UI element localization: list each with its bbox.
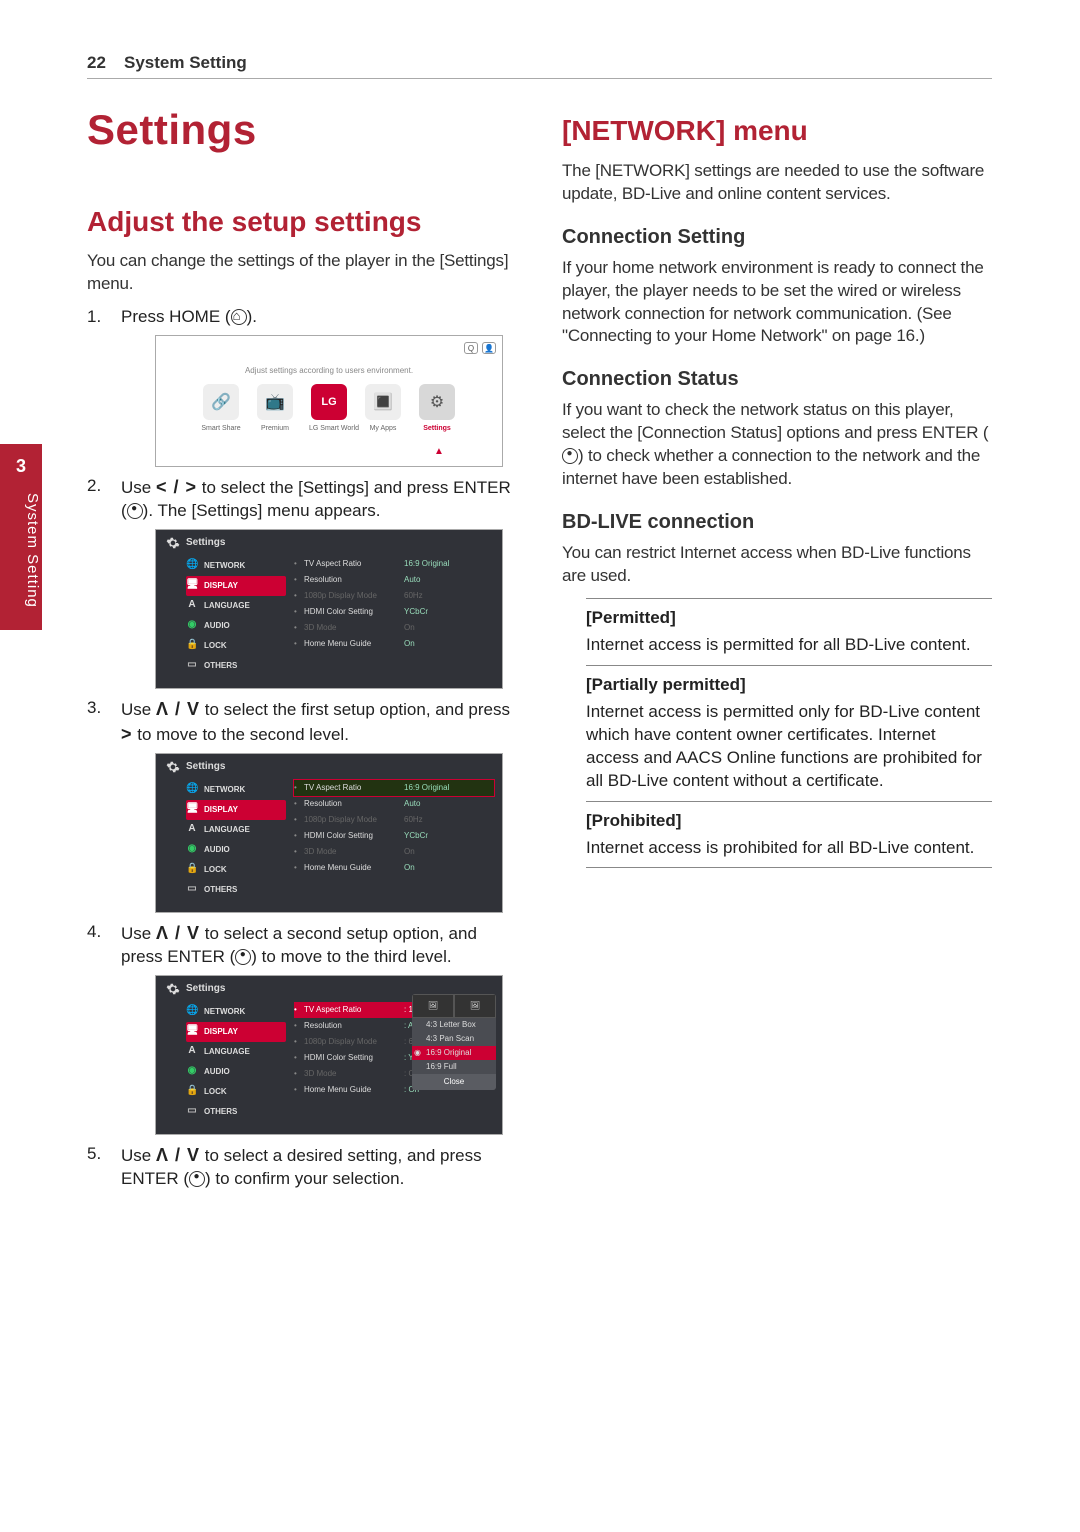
- step-1: 1. Press HOME (). Q 👤 Adjust settings ac…: [87, 306, 517, 467]
- right-column: [NETWORK] menu The [NETWORK] settings ar…: [562, 102, 992, 1199]
- gear-icon: [166, 982, 180, 996]
- left-column: Settings Adjust the setup settings You c…: [87, 102, 517, 1199]
- login-icon: 👤: [482, 342, 496, 354]
- tile-smart-share: 🔗Smart Share: [201, 384, 241, 433]
- bd-partial-label: [Partially permitted]: [586, 674, 992, 697]
- step-5-number: 5.: [87, 1143, 113, 1166]
- adjust-settings-heading: Adjust the setup settings: [87, 203, 517, 241]
- step-5-pre: Use: [121, 1146, 151, 1165]
- settings-panel: •TV Aspect Ratio16:9 Original •Resolutio…: [294, 556, 494, 652]
- right-glyph: >: [121, 724, 133, 744]
- highlighted-row: •TV Aspect Ratio16:9 Original: [294, 780, 494, 796]
- bd-partial-text: Internet access is permitted only for BD…: [586, 701, 992, 793]
- gear-icon: [166, 536, 180, 550]
- network-icon: 🌐: [186, 559, 198, 571]
- home-caption: Adjust settings according to users envir…: [156, 366, 502, 377]
- tile-my-apps: 🔳My Apps: [363, 384, 403, 433]
- gear-icon: [166, 760, 180, 774]
- enter-icon: [189, 1171, 205, 1187]
- aspect-preview-thumbnails: 🖼🖼: [412, 994, 496, 1018]
- audio-icon: ◉: [186, 619, 198, 631]
- connection-setting-text: If your home network environment is read…: [562, 257, 992, 349]
- network-menu-heading: [NETWORK] menu: [562, 112, 992, 150]
- adjust-settings-intro: You can change the settings of the playe…: [87, 250, 517, 296]
- lock-icon: 🔒: [186, 639, 198, 651]
- popup-close: Close: [412, 1074, 496, 1090]
- others-icon: ▭: [186, 659, 198, 671]
- up-down-glyph: Λ / V: [156, 699, 200, 719]
- step-2-pre: Use: [121, 478, 151, 497]
- tile-lg-smart-world: LGLG Smart World: [309, 384, 349, 433]
- step-3-text: to select the first setup option, and pr…: [205, 700, 510, 719]
- connection-status-text: If you want to check the network status …: [562, 399, 992, 491]
- bdlive-options: [Permitted] Internet access is permitted…: [586, 598, 992, 868]
- sidebar-item-others: ▭OTHERS: [186, 656, 286, 676]
- step-1-text-post: ).: [247, 307, 257, 326]
- step-3: 3. Use Λ / V to select the first setup o…: [87, 697, 517, 913]
- settings-sidebar: 🌐NETWORK 🖥DISPLAY ALANGUAGE ◉AUDIO 🔒LOCK…: [186, 556, 286, 676]
- tile-settings: ⚙Settings: [417, 384, 457, 433]
- step-2-post: ). The [Settings] menu appears.: [143, 501, 381, 520]
- step-3-pre: Use: [121, 700, 151, 719]
- chapter-number: 3: [0, 454, 42, 478]
- enter-icon: [127, 503, 143, 519]
- tile-premium: 📺Premium: [255, 384, 295, 433]
- sidebar-item-display: 🖥DISPLAY: [186, 576, 286, 596]
- bdlive-intro: You can restrict Internet access when BD…: [562, 542, 992, 588]
- popup-option: 16:9 Full: [412, 1060, 496, 1074]
- step-4: 4. Use Λ / V to select a second setup op…: [87, 921, 517, 1135]
- popup-option-selected: 16:9 Original: [412, 1046, 496, 1060]
- bd-permitted-label: [Permitted]: [586, 607, 992, 630]
- enter-icon: [235, 949, 251, 965]
- popup-option: 4:3 Letter Box: [412, 1018, 496, 1032]
- connection-setting-heading: Connection Setting: [562, 224, 992, 251]
- chapter-label: System Setting: [0, 480, 42, 620]
- step-3-post: to move to the second level.: [137, 725, 349, 744]
- search-icon: Q: [464, 342, 478, 354]
- step-4-post: ) to move to the third level.: [251, 947, 451, 966]
- step-1-number: 1.: [87, 306, 113, 329]
- sidebar-item-audio: ◉AUDIO: [186, 616, 286, 636]
- step-2: 2. Use < / > to select the [Settings] an…: [87, 475, 517, 689]
- network-menu-intro: The [NETWORK] settings are needed to use…: [562, 160, 992, 206]
- chapter-tab: 3 System Setting: [0, 444, 42, 630]
- sidebar-item-network: 🌐NETWORK: [186, 556, 286, 576]
- settings-pointer-icon: ▲: [434, 445, 444, 459]
- bdlive-heading: BD-LIVE connection: [562, 509, 992, 536]
- enter-icon: [562, 448, 578, 464]
- settings-screenshot-1: Settings 🌐NETWORK 🖥DISPLAY ALANGUAGE ◉AU…: [155, 529, 503, 689]
- bd-prohibited-label: [Prohibited]: [586, 810, 992, 833]
- step-1-text-pre: Press HOME (: [121, 307, 231, 326]
- bd-prohibited-text: Internet access is prohibited for all BD…: [586, 837, 992, 860]
- connection-status-heading: Connection Status: [562, 366, 992, 393]
- home-menu-screenshot: Q 👤 Adjust settings according to users e…: [155, 335, 503, 467]
- step-4-number: 4.: [87, 921, 113, 944]
- settings-screenshot-3: Settings 🌐NETWORK 🖥DISPLAY ALANGUAGE ◉AU…: [155, 975, 503, 1135]
- settings-screenshot-2: Settings 🌐NETWORK 🖥DISPLAY ALANGUAGE ◉AU…: [155, 753, 503, 913]
- up-down-glyph: Λ / V: [156, 923, 200, 943]
- display-icon: 🖥: [186, 579, 198, 591]
- sidebar-item-language: ALANGUAGE: [186, 596, 286, 616]
- step-5: 5. Use Λ / V to select a desired setting…: [87, 1143, 517, 1191]
- step-2-number: 2.: [87, 475, 113, 498]
- header-rule: [87, 78, 992, 79]
- left-right-glyph: < / >: [156, 477, 197, 497]
- main-title: Settings: [87, 102, 517, 159]
- step-5-post: ) to confirm your selection.: [205, 1169, 404, 1188]
- step-3-number: 3.: [87, 697, 113, 720]
- popup-option: 4:3 Pan Scan: [412, 1032, 496, 1046]
- aspect-ratio-popup: 🖼🖼 4:3 Letter Box 4:3 Pan Scan 16:9 Orig…: [412, 994, 496, 1090]
- home-icon: [231, 309, 247, 325]
- page-number: 22: [87, 52, 106, 75]
- bd-permitted-text: Internet access is permitted for all BD-…: [586, 634, 992, 657]
- sidebar-item-lock: 🔒LOCK: [186, 636, 286, 656]
- up-down-glyph: Λ / V: [156, 1145, 200, 1165]
- settings-sidebar: 🌐NETWORK 🖥DISPLAY ALANGUAGE ◉AUDIO 🔒LOCK…: [186, 780, 286, 900]
- step-4-pre: Use: [121, 924, 151, 943]
- language-icon: A: [186, 599, 198, 611]
- page-header: System Setting: [124, 52, 247, 75]
